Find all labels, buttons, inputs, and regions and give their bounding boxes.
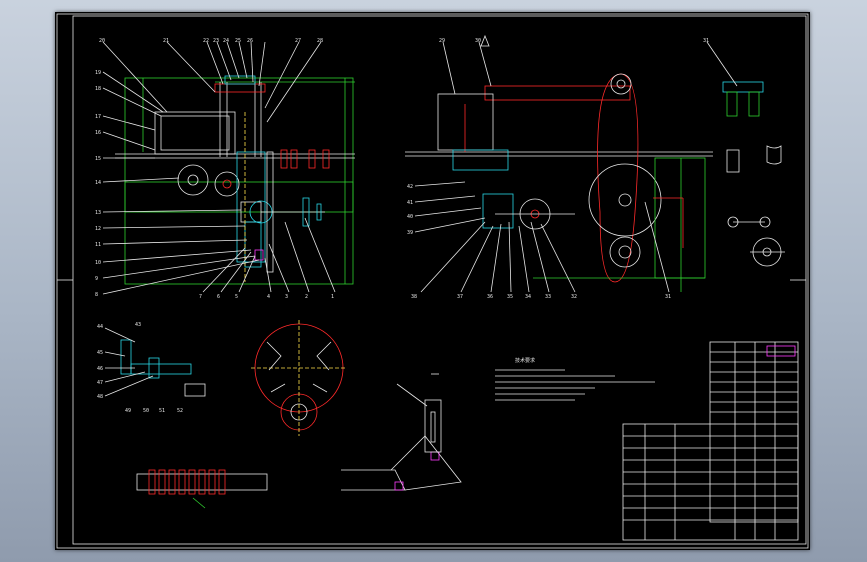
front-view bbox=[102, 41, 355, 295]
front-top-callout-21: 21 bbox=[163, 38, 169, 44]
front-left-callout-14: 14 bbox=[95, 180, 101, 186]
side-bottom-callout-33: 33 bbox=[545, 294, 551, 300]
side-top-callout-29: 29 bbox=[439, 38, 445, 44]
front-bottom-callout-2: 2 bbox=[305, 294, 308, 300]
side-bottom-callout-34: 34 bbox=[525, 294, 531, 300]
gear-section-callout-44: 44 bbox=[97, 324, 103, 330]
gear-section-callout-50: 50 bbox=[143, 408, 149, 414]
front-bottom-callout-3: 3 bbox=[285, 294, 288, 300]
side-bottom-callout-36: 36 bbox=[487, 294, 493, 300]
detail-a-callout-31: 31 bbox=[703, 38, 709, 44]
front-left-callout-12: 12 bbox=[95, 226, 101, 232]
gear-section-callout-47: 47 bbox=[97, 380, 103, 386]
front-top-callout-25: 25 bbox=[235, 38, 241, 44]
title-block bbox=[622, 341, 799, 541]
front-left-callout-18: 18 bbox=[95, 86, 101, 92]
side-left-callout-41: 41 bbox=[407, 200, 413, 206]
side-view bbox=[405, 41, 713, 293]
front-left-callout-9: 9 bbox=[95, 276, 98, 282]
front-left-callout-13: 13 bbox=[95, 210, 101, 216]
front-left-callout-15: 15 bbox=[95, 156, 101, 162]
side-bottom-callout-32: 32 bbox=[571, 294, 577, 300]
side-bottom-callout-37: 37 bbox=[457, 294, 463, 300]
angled-joint-section bbox=[341, 373, 462, 491]
technical-notes: 技术要求 bbox=[495, 357, 655, 401]
front-left-callout-17: 17 bbox=[95, 114, 101, 120]
north-arrow-icon bbox=[480, 34, 490, 47]
side-bottom-callout-31: 31 bbox=[665, 294, 671, 300]
front-top-callout-24: 24 bbox=[223, 38, 229, 44]
front-left-callout-8: 8 bbox=[95, 292, 98, 298]
front-top-callout-22: 22 bbox=[203, 38, 209, 44]
side-top-callout-30: 30 bbox=[475, 38, 481, 44]
gear-section-callout-46: 46 bbox=[97, 366, 103, 372]
side-bottom-callout-35: 35 bbox=[507, 294, 513, 300]
gear-section-callout-43: 43 bbox=[135, 322, 141, 328]
front-top-callout-20: 20 bbox=[99, 38, 105, 44]
front-bottom-callout-4: 4 bbox=[267, 294, 270, 300]
front-left-callout-11: 11 bbox=[95, 242, 101, 248]
side-bottom-callout-38: 38 bbox=[411, 294, 417, 300]
gear-section-callout-49: 49 bbox=[125, 408, 131, 414]
front-bottom-callout-1: 1 bbox=[331, 294, 334, 300]
side-left-callout-39: 39 bbox=[407, 230, 413, 236]
front-top-callout-23: 23 bbox=[213, 38, 219, 44]
front-top-callout-27: 27 bbox=[295, 38, 301, 44]
side-left-callout-40: 40 bbox=[407, 214, 413, 220]
gear-section-view bbox=[104, 327, 206, 397]
gear-section-callout-45: 45 bbox=[97, 350, 103, 356]
front-bottom-callout-6: 6 bbox=[217, 294, 220, 300]
notes-title: 技术要求 bbox=[515, 357, 535, 364]
front-bottom-callout-7: 7 bbox=[199, 294, 202, 300]
front-top-callout-26: 26 bbox=[247, 38, 253, 44]
inner-frame bbox=[72, 15, 807, 545]
front-left-callout-16: 16 bbox=[95, 130, 101, 136]
drawing-sheet: 技术要求 20 21 22 23 24 25 26 27 28 19 18 17… bbox=[55, 12, 810, 550]
shaft-detail bbox=[136, 469, 268, 509]
assembly-drawing: 技术要求 20 21 22 23 24 25 26 27 28191817161… bbox=[56, 13, 809, 549]
gear-section-callout-52: 52 bbox=[177, 408, 183, 414]
front-left-callout-10: 10 bbox=[95, 260, 101, 266]
detail-a bbox=[706, 41, 785, 267]
outer-frame bbox=[56, 13, 809, 549]
gear-section-callout-51: 51 bbox=[159, 408, 165, 414]
front-bottom-callout-5: 5 bbox=[235, 294, 238, 300]
section-circle bbox=[251, 320, 347, 436]
gear-section-callout-48: 48 bbox=[97, 394, 103, 400]
front-top-callout-28: 28 bbox=[317, 38, 323, 44]
cad-viewport[interactable]: 技术要求 20 21 22 23 24 25 26 27 28 19 18 17… bbox=[0, 0, 867, 562]
front-left-callout-19: 19 bbox=[95, 70, 101, 76]
side-left-callout-42: 42 bbox=[407, 184, 413, 190]
